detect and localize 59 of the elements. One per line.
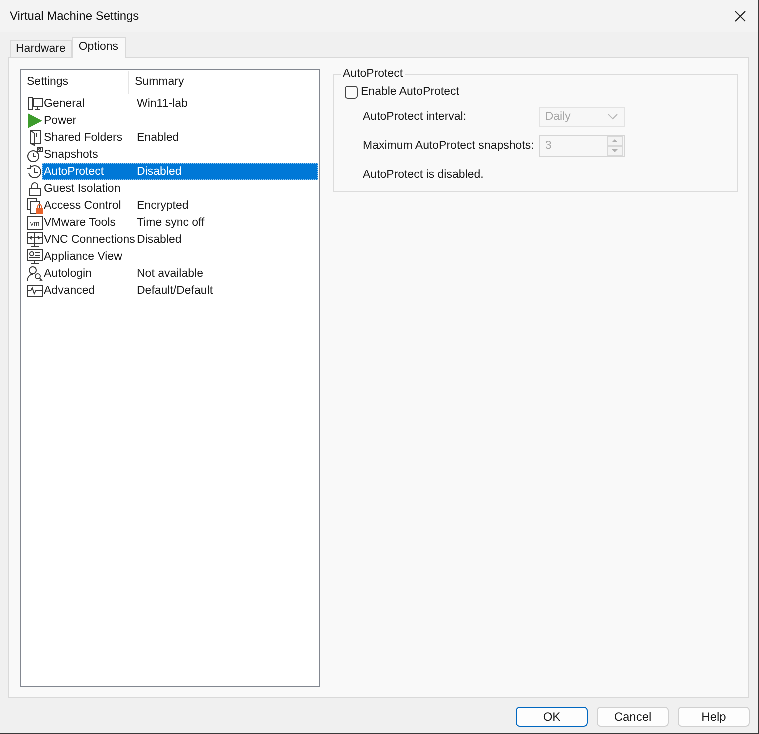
settings-list-item[interactable]: Snapshots xyxy=(42,146,318,163)
dialog-button[interactable]: Help xyxy=(678,707,750,727)
settings-list-item[interactable]: VNC Connections Disabled xyxy=(42,231,318,248)
setting-summary: Default/Default xyxy=(137,284,214,296)
play-icon xyxy=(27,112,43,128)
setting-name: General xyxy=(43,98,86,110)
setting-name: Guest Isolation xyxy=(43,182,122,194)
computer-icon xyxy=(27,96,43,112)
setting-summary: Not available xyxy=(137,268,204,280)
setting-summary: Disabled xyxy=(137,166,182,178)
setting-name: VNC Connections xyxy=(43,234,136,246)
settings-list-item[interactable]: Shared Folders Enabled xyxy=(42,129,318,146)
checkbox[interactable] xyxy=(345,86,358,98)
settings-list-item[interactable]: Access Control Encrypted xyxy=(42,197,318,214)
setting-summary: Enabled xyxy=(137,132,180,144)
group-title: AutoProtect xyxy=(342,68,404,80)
status-text: AutoProtect is disabled. xyxy=(363,168,484,183)
settings-list-item[interactable]: Autologin Not available xyxy=(42,265,318,282)
setting-name: Shared Folders xyxy=(43,132,124,144)
setting-name: VMware Tools xyxy=(43,216,118,228)
settings-list-item[interactable]: Appliance View xyxy=(42,248,318,265)
lock-icon xyxy=(27,180,43,196)
settings-list-item[interactable]: AutoProtect Disabled xyxy=(42,163,318,180)
chevron-down-icon xyxy=(608,114,618,120)
column-header[interactable]: Settings xyxy=(21,71,129,94)
setting-name: Appliance View xyxy=(43,250,124,262)
close-icon xyxy=(734,10,746,22)
window-title: Virtual Machine Settings xyxy=(10,9,140,23)
settings-list-item[interactable]: Guest Isolation xyxy=(42,180,318,197)
field-label: AutoProtect interval: xyxy=(363,111,468,123)
folder-icon xyxy=(27,130,43,146)
display-grid-icon xyxy=(27,232,43,248)
field-label: Maximum AutoProtect snapshots: xyxy=(363,140,534,152)
settings-list-item[interactable]: General Win11-lab xyxy=(42,95,318,112)
locked-pages-icon xyxy=(27,198,43,214)
setting-summary: Win11-lab xyxy=(137,98,188,110)
setting-name: Power xyxy=(43,114,78,126)
setting-name: Access Control xyxy=(43,200,122,212)
setting-summary: Time sync off xyxy=(137,216,205,228)
setting-name: Snapshots xyxy=(43,148,100,160)
settings-list-item[interactable]: Advanced Default/Default xyxy=(42,282,318,299)
setting-name: Advanced xyxy=(43,284,96,296)
setting-summary: Encrypted xyxy=(137,200,189,212)
column-header[interactable]: Summary xyxy=(129,71,184,94)
dialog-button[interactable]: OK xyxy=(516,707,588,727)
checkbox-label[interactable]: Enable AutoProtect xyxy=(361,86,460,98)
setting-summary: Disabled xyxy=(137,234,182,246)
tab[interactable]: Hardware xyxy=(10,40,72,57)
settings-list-item[interactable]: VMware Tools Time sync off xyxy=(42,214,318,231)
setting-name: AutoProtect xyxy=(43,166,106,178)
tab[interactable]: Options xyxy=(72,37,126,58)
clock-arrow-icon xyxy=(27,164,43,180)
user-key-icon xyxy=(27,266,43,282)
waveform-icon xyxy=(27,282,43,298)
setting-name: Autologin xyxy=(43,268,93,280)
settings-list-item[interactable]: Power xyxy=(42,112,318,129)
monitor-icon xyxy=(27,248,43,264)
dialog-button[interactable]: Cancel xyxy=(597,707,669,727)
clock-camera-icon xyxy=(27,146,43,162)
